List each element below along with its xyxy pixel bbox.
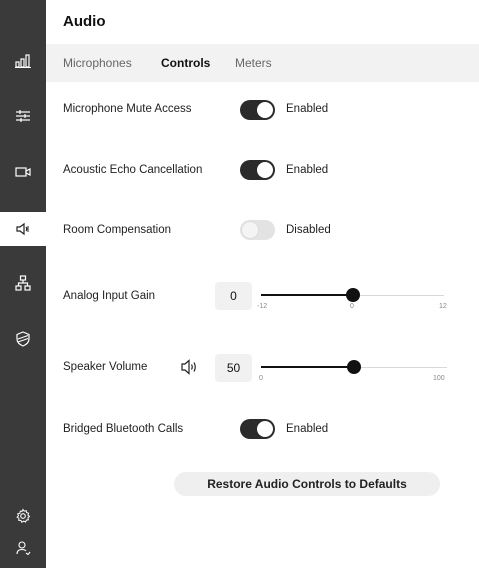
speaker-volume-value[interactable]: 50 <box>215 354 252 382</box>
bluetooth-status: Enabled <box>286 423 329 435</box>
sidebar-item-network[interactable] <box>0 266 46 300</box>
analog-gain-slider-thumb[interactable] <box>345 288 360 302</box>
tab-meters[interactable]: Meters <box>235 56 272 70</box>
echo-cancel-label: Acoustic Echo Cancellation <box>63 164 203 176</box>
toggle-knob <box>257 162 273 178</box>
room-comp-toggle[interactable] <box>240 220 275 240</box>
toggle-knob <box>257 102 273 118</box>
tab-bar: Microphones Controls Meters <box>46 44 479 82</box>
echo-cancel-toggle[interactable] <box>240 160 275 180</box>
speaker-volume-icon <box>181 359 196 375</box>
speaker-volume-slider-thumb[interactable] <box>347 360 361 374</box>
sidebar-item-meters[interactable] <box>0 44 46 78</box>
toggle-knob <box>257 421 273 437</box>
room-comp-status: Disabled <box>286 224 331 236</box>
network-icon <box>15 275 31 291</box>
sidebar-item-system-settings[interactable] <box>0 499 46 533</box>
user-icon <box>16 541 31 556</box>
speaker-volume-min: 0 <box>259 375 263 382</box>
sliders-icon <box>16 110 30 122</box>
analog-gain-label: Analog Input Gain <box>63 290 156 302</box>
shield-icon <box>16 331 30 347</box>
tab-controls[interactable]: Controls <box>161 56 210 70</box>
bluetooth-label: Bridged Bluetooth Calls <box>63 423 184 435</box>
speaker-volume-max: 100 <box>433 375 445 382</box>
room-comp-label: Room Compensation <box>63 224 172 236</box>
analog-gain-min: -12 <box>257 303 268 310</box>
gear-icon <box>16 508 31 524</box>
main-panel: Audio Microphones Controls Meters Microp… <box>46 0 479 568</box>
camera-icon <box>15 167 31 177</box>
toggle-knob <box>242 222 258 238</box>
sidebar-item-security[interactable] <box>0 322 46 356</box>
mic-mute-label: Microphone Mute Access <box>63 103 192 115</box>
sidebar-item-camera[interactable] <box>0 155 46 189</box>
analog-gain-value[interactable]: 0 <box>215 282 252 310</box>
speaker-volume-fill <box>261 366 354 368</box>
analog-gain-fill <box>261 294 353 296</box>
sidebar-item-user[interactable] <box>0 531 46 565</box>
analog-gain-mid: 0 <box>350 303 354 310</box>
echo-cancel-status: Enabled <box>286 164 329 176</box>
mic-mute-status: Enabled <box>286 103 329 115</box>
tab-microphones[interactable]: Microphones <box>63 56 132 70</box>
speaker-volume-label: Speaker Volume <box>63 361 148 373</box>
speaker-icon <box>16 222 29 236</box>
bluetooth-toggle[interactable] <box>240 419 275 439</box>
mic-mute-toggle[interactable] <box>240 100 275 120</box>
analog-gain-max: 12 <box>439 303 447 310</box>
sidebar-item-audio[interactable] <box>0 212 46 246</box>
page-title: Audio <box>63 13 106 30</box>
bar-chart-icon <box>15 54 31 68</box>
sidebar-item-settings-sliders[interactable] <box>0 99 46 133</box>
restore-defaults-button[interactable]: Restore Audio Controls to Defaults <box>174 472 440 496</box>
sidebar <box>0 0 46 568</box>
